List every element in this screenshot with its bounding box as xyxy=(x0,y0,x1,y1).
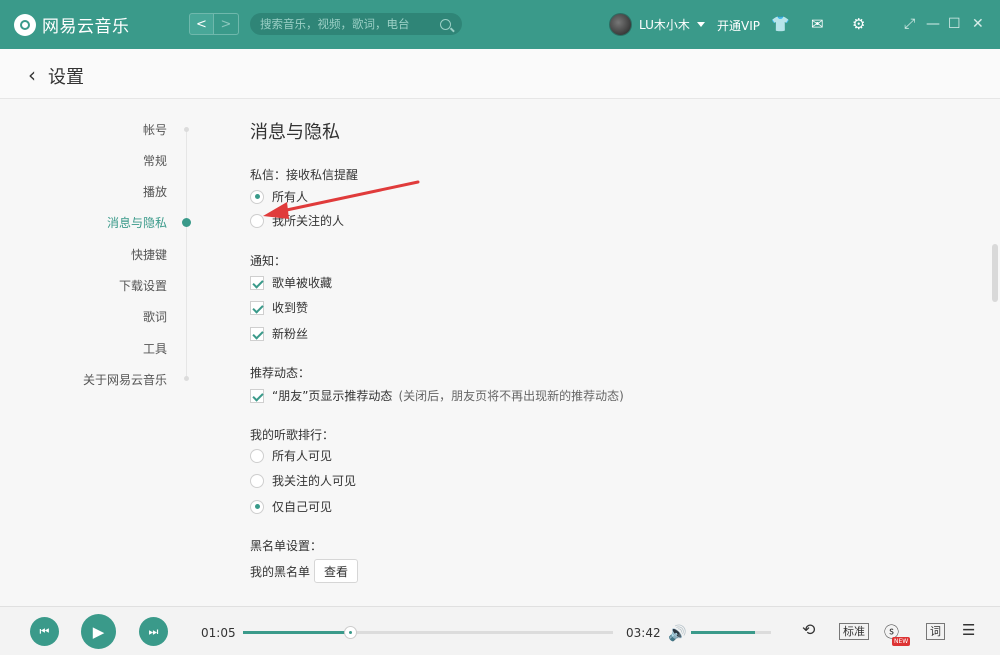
option-label: 歌单被收藏 xyxy=(272,276,333,290)
option-label: 我关注的人可见 xyxy=(272,474,357,488)
checkbox[interactable] xyxy=(250,275,264,290)
radio-button[interactable] xyxy=(250,473,264,488)
quality-button[interactable]: 标准 xyxy=(839,623,869,640)
view-blacklist-button[interactable]: 查看 xyxy=(314,559,359,583)
search-icon[interactable] xyxy=(440,18,451,30)
previous-track-button[interactable]: ⏮ xyxy=(30,617,59,646)
lyrics-button[interactable]: 词 xyxy=(926,623,945,640)
playlist-icon[interactable]: ☰ xyxy=(962,621,975,639)
play-button[interactable]: ▶ xyxy=(81,614,116,649)
sidenav-item-playback[interactable]: 播放 xyxy=(143,183,167,200)
settings-header: ‹ 设置 xyxy=(0,49,1000,99)
private-message-label: 私信：接收私信提醒 xyxy=(250,168,359,182)
minimize-icon[interactable]: — xyxy=(926,17,940,31)
sidenav-item-privacy[interactable]: 消息与隐私 xyxy=(107,214,167,231)
volume-icon[interactable]: 🔊 xyxy=(668,624,687,642)
next-track-button[interactable]: ⏭ xyxy=(139,617,168,646)
private-message-option-everyone[interactable]: 所有人 xyxy=(250,188,308,205)
back-arrow-icon[interactable]: ‹ xyxy=(28,63,36,87)
option-note: (关闭后，朋友页将不再出现新的推荐动态) xyxy=(398,389,624,403)
sidenav-item-shortcuts[interactable]: 快捷键 xyxy=(131,246,167,263)
back-button[interactable]: < xyxy=(189,13,214,35)
mail-icon[interactable]: ✉ xyxy=(811,15,824,33)
sidenav-dot xyxy=(184,376,189,381)
avatar[interactable] xyxy=(609,13,632,36)
scrollbar[interactable] xyxy=(992,244,998,302)
sidenav-item-tools[interactable]: 工具 xyxy=(143,340,167,357)
blacklist-row-label: 我的黑名单 xyxy=(250,564,311,579)
settings-sidenav: 帐号 常规 播放 消息与隐私 快捷键 下载设置 歌词 工具 关于网易云音乐 xyxy=(0,100,210,606)
page-title: 设置 xyxy=(48,67,84,88)
search-box[interactable] xyxy=(250,13,462,35)
ranking-option-only-me[interactable]: 仅自己可见 xyxy=(250,498,332,515)
username[interactable]: LU木小木 xyxy=(639,16,690,33)
play-icon: ▶ xyxy=(92,622,105,641)
radio-button[interactable] xyxy=(250,499,264,514)
volume-slider[interactable] xyxy=(691,631,771,634)
close-icon[interactable]: ✕ xyxy=(972,17,984,31)
maximize-icon[interactable]: ☐ xyxy=(948,17,961,31)
radio-button[interactable] xyxy=(250,213,264,228)
notify-option-likes[interactable]: 收到赞 xyxy=(250,299,308,316)
progress-fill xyxy=(243,631,351,634)
option-label: 仅自己可见 xyxy=(272,500,333,514)
checkbox[interactable] xyxy=(250,388,264,403)
ranking-option-following[interactable]: 我关注的人可见 xyxy=(250,472,356,489)
volume-fill xyxy=(691,631,755,634)
option-label: 所有人 xyxy=(272,190,309,204)
option-label: 新粉丝 xyxy=(272,327,309,341)
title-bar: 网易云音乐 < > LU木小木 开通VIP 👕 ✉ ⚙ ⤢ — ☐ ✕ xyxy=(0,0,1000,49)
sidenav-item-account[interactable]: 帐号 xyxy=(143,121,167,138)
option-label: “朋友”页显示推荐动态 xyxy=(272,389,393,403)
sidenav-item-lyrics[interactable]: 歌词 xyxy=(143,308,167,325)
previous-icon: ⏮ xyxy=(39,624,50,638)
section-title: 消息与隐私 xyxy=(250,122,340,143)
sidenav-item-general[interactable]: 常规 xyxy=(143,152,167,169)
sidenav-item-download[interactable]: 下载设置 xyxy=(119,277,167,294)
netease-music-logo-icon xyxy=(14,13,36,36)
option-label: 所有人可见 xyxy=(272,449,333,463)
mini-mode-icon[interactable]: ⤢ xyxy=(904,17,915,31)
progress-knob[interactable] xyxy=(344,626,358,639)
player-bar: ⏮ ▶ ⏭ 01:05 03:42 🔊 ⟲ 标准 ⓢ NEW 词 ☰ xyxy=(0,606,1000,655)
sidenav-item-about[interactable]: 关于网易云音乐 xyxy=(83,371,167,388)
radio-button[interactable] xyxy=(250,189,264,204)
recommend-label: 推荐动态： xyxy=(250,366,311,380)
ranking-option-everyone[interactable]: 所有人可见 xyxy=(250,447,332,464)
gear-icon[interactable]: ⚙ xyxy=(852,15,865,33)
option-label: 收到赞 xyxy=(272,301,309,315)
history-nav: < > xyxy=(189,13,239,35)
settings-content: 消息与隐私 私信：接收私信提醒 所有人 我所关注的人 通知： 歌单被收藏 收到赞… xyxy=(250,100,980,606)
checkbox[interactable] xyxy=(250,326,264,341)
radio-button[interactable] xyxy=(250,448,264,463)
blacklist-label: 黑名单设置： xyxy=(250,539,323,553)
sidenav-dot xyxy=(184,127,189,132)
next-icon: ⏭ xyxy=(148,624,159,638)
option-label: 我所关注的人 xyxy=(272,214,345,228)
notify-option-playlist-collected[interactable]: 歌单被收藏 xyxy=(250,274,332,291)
sidenav-active-dot xyxy=(182,218,191,227)
notify-label: 通知： xyxy=(250,254,287,268)
search-input[interactable] xyxy=(260,17,436,31)
notify-option-new-fans[interactable]: 新粉丝 xyxy=(250,325,308,342)
new-badge: NEW xyxy=(892,637,911,646)
sidenav-track xyxy=(186,128,187,380)
forward-button[interactable]: > xyxy=(214,13,239,35)
private-message-option-following[interactable]: 我所关注的人 xyxy=(250,212,344,229)
ranking-label: 我的听歌排行： xyxy=(250,428,335,442)
brand-name: 网易云音乐 xyxy=(42,17,130,37)
blacklist-row: 我的黑名单 查看 xyxy=(250,559,359,583)
current-time: 01:05 xyxy=(201,626,236,640)
open-vip-link[interactable]: 开通VIP xyxy=(717,17,760,34)
chevron-down-icon[interactable] xyxy=(696,22,705,27)
skin-icon[interactable]: 👕 xyxy=(771,15,790,33)
total-time: 03:42 xyxy=(626,626,661,640)
recommend-option-friends-feed[interactable]: “朋友”页显示推荐动态 (关闭后，朋友页将不再出现新的推荐动态) xyxy=(250,387,624,404)
loop-icon[interactable]: ⟲ xyxy=(802,620,815,639)
user-menu[interactable]: LU木小木 xyxy=(609,13,705,36)
brand[interactable]: 网易云音乐 xyxy=(14,12,130,37)
progress-bar[interactable] xyxy=(243,626,613,639)
checkbox[interactable] xyxy=(250,300,264,315)
